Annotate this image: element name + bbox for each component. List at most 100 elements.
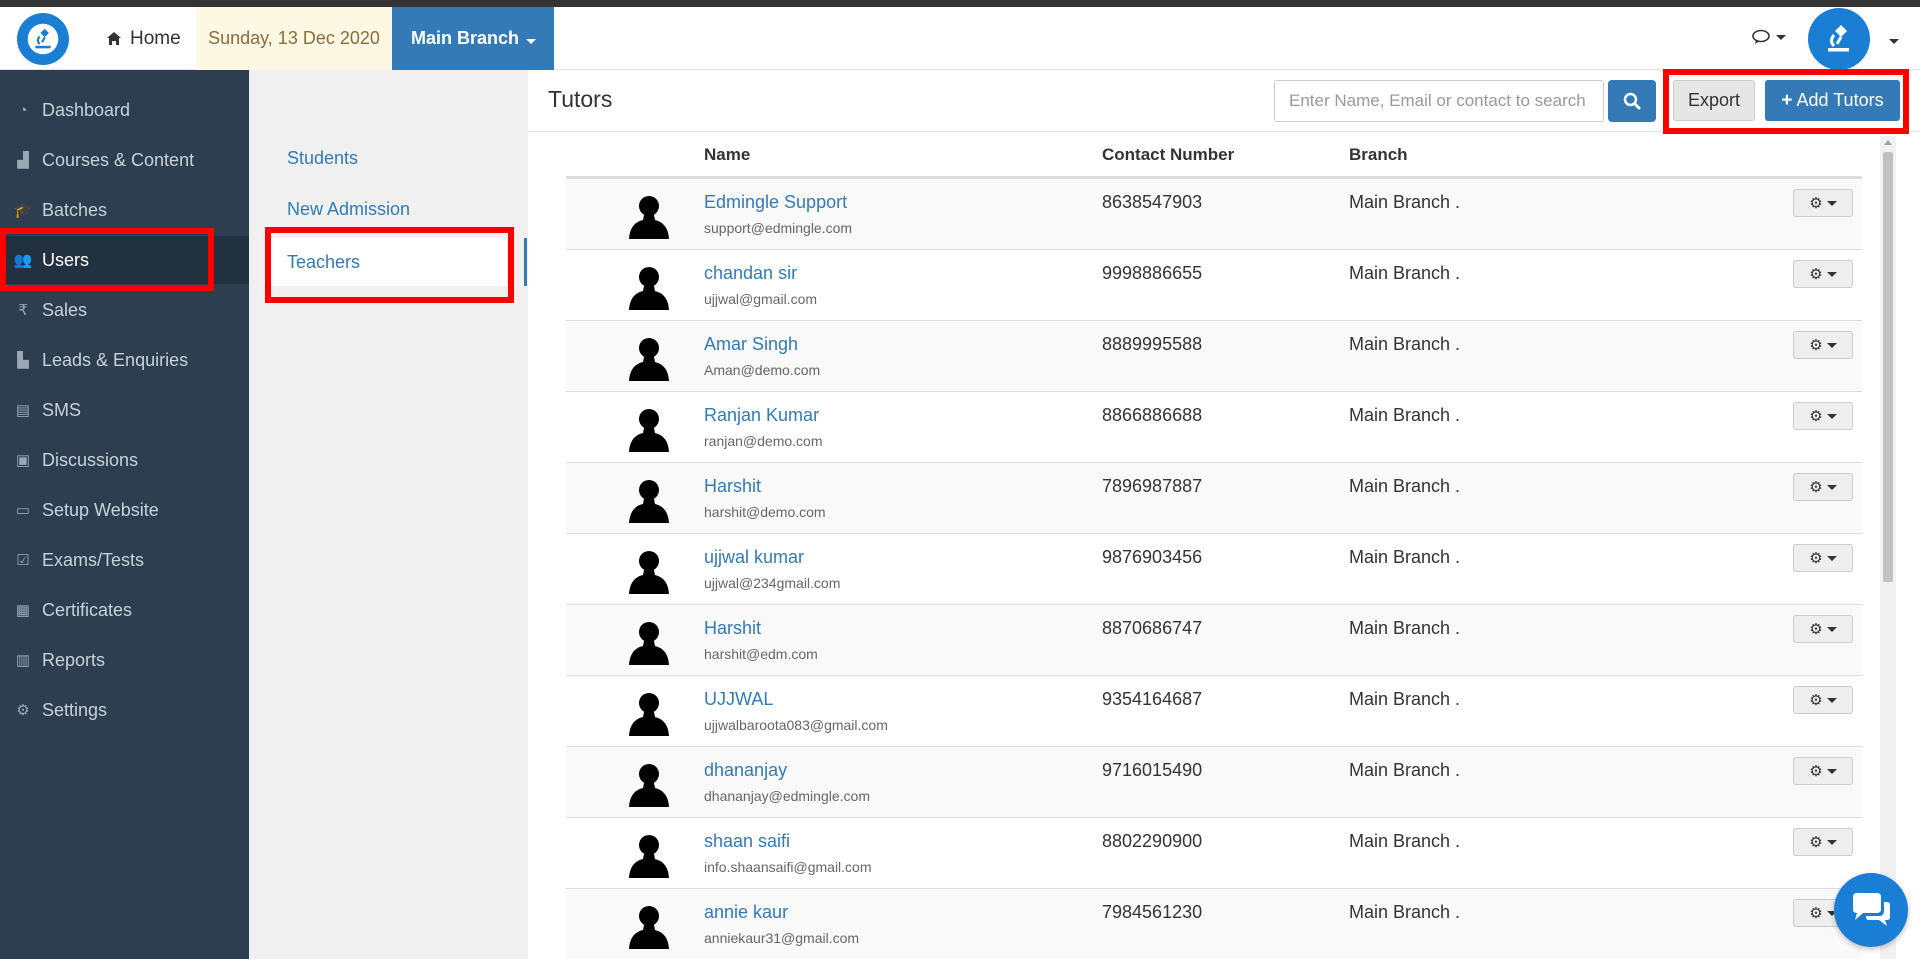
tutor-name-link[interactable]: Edmingle Support: [704, 192, 847, 213]
discussions-icon: ▣: [15, 452, 31, 469]
sidebar-item-certificates[interactable]: ▦ Certificates: [0, 586, 249, 634]
row-actions-dropdown[interactable]: ⚙: [1793, 331, 1853, 359]
sidebar-item-leads-enquiries[interactable]: ▙ Leads & Enquiries: [0, 336, 249, 384]
sidebar-item-batches[interactable]: 🎓 Batches: [0, 186, 249, 234]
messages-dropdown[interactable]: [1752, 29, 1786, 45]
subnav-item-new-admission[interactable]: New Admission: [267, 185, 507, 233]
user-avatar-icon: [628, 264, 670, 310]
row-actions-dropdown[interactable]: ⚙: [1793, 757, 1853, 785]
tutor-name-link[interactable]: Amar Singh: [704, 334, 798, 355]
user-avatar-icon: [628, 548, 670, 594]
window-top-strip: [0, 0, 1920, 7]
tutor-contact: 7984561230: [1102, 902, 1203, 922]
sidebar-item-reports[interactable]: ▥ Reports: [0, 636, 249, 684]
sidebar-item-label: Leads & Enquiries: [42, 349, 189, 370]
tutor-name-link[interactable]: dhananjay: [704, 760, 787, 781]
row-actions-dropdown[interactable]: ⚙: [1793, 189, 1853, 217]
live-chat-button[interactable]: [1834, 873, 1908, 947]
tutor-branch: Main Branch .: [1349, 902, 1461, 922]
top-navbar: Home Sunday, 13 Dec 2020 Main Branch: [0, 7, 1920, 70]
tutor-contact: 8889995588: [1102, 334, 1203, 354]
sidebar-item-label: Settings: [42, 699, 108, 720]
tutor-branch: Main Branch .: [1349, 689, 1461, 709]
row-actions-dropdown[interactable]: ⚙: [1793, 686, 1853, 714]
tutor-contact: 9354164687: [1102, 689, 1203, 709]
sidebar-item-label: Sales: [42, 299, 88, 320]
tutor-name-link[interactable]: chandan sir: [704, 263, 797, 284]
sms-icon: ▤: [15, 402, 31, 419]
comments-icon: [1752, 29, 1770, 44]
chevron-down-icon: [1826, 839, 1837, 845]
row-actions-dropdown[interactable]: ⚙: [1793, 473, 1853, 501]
scrollbar-thumb[interactable]: [1883, 152, 1893, 582]
tutor-name-link[interactable]: Harshit: [704, 618, 761, 639]
sidebar-item-exams-tests[interactable]: ☑ Exams/Tests: [0, 536, 249, 584]
row-actions-dropdown[interactable]: ⚙: [1793, 828, 1853, 856]
gear-icon: ⚙: [1809, 621, 1823, 638]
sidebar-item-sales[interactable]: ₹ Sales: [0, 286, 249, 334]
tutor-email: harshit@edm.com: [704, 646, 818, 662]
tutor-name-link[interactable]: Ranjan Kumar: [704, 405, 819, 426]
branch-selector[interactable]: Main Branch: [392, 7, 554, 70]
table-row: Harshit harshit@demo.com 7896987887 Main Br…: [566, 462, 1862, 533]
sidebar-item-dashboard[interactable]: ◔ Dashboard: [0, 86, 249, 134]
tutor-email: Aman@demo.com: [704, 362, 821, 378]
home-label: Home: [130, 27, 181, 49]
row-actions-dropdown[interactable]: ⚙: [1793, 260, 1853, 288]
sidebar-item-label: SMS: [42, 399, 82, 420]
chevron-down-icon[interactable]: [1889, 39, 1899, 44]
row-actions-dropdown[interactable]: ⚙: [1793, 615, 1853, 643]
tutor-contact: 9998886655: [1102, 263, 1203, 283]
tutor-email: support@edmingle.com: [704, 220, 853, 236]
gear-icon: ⚙: [1809, 905, 1823, 922]
chevron-down-icon: [1826, 271, 1837, 277]
row-actions-dropdown[interactable]: ⚙: [1793, 402, 1853, 430]
tutor-name-link[interactable]: Harshit: [704, 476, 761, 497]
sidebar-item-settings[interactable]: ⚙ Settings: [0, 686, 249, 734]
sidebar-item-setup-website[interactable]: ▭ Setup Website: [0, 486, 249, 534]
search-icon: [1623, 92, 1641, 110]
tutor-branch: Main Branch .: [1349, 760, 1461, 780]
sidebar-item-label: Reports: [42, 649, 106, 670]
table-row: ujjwal kumar ujjwal@234gmail.com 987690345…: [566, 533, 1862, 604]
tutor-name-link[interactable]: ujjwal kumar: [704, 547, 804, 568]
chevron-down-icon: [1826, 342, 1837, 348]
sidebar-item-sms[interactable]: ▤ SMS: [0, 386, 249, 434]
tutor-name-link[interactable]: UJJWAL: [704, 689, 773, 710]
sidebar: ◔ Dashboard ▟ Courses & Content 🎓 Batches 👥 Use…: [0, 70, 249, 959]
microscope-icon: [27, 23, 59, 55]
row-actions-dropdown[interactable]: ⚙: [1793, 544, 1853, 572]
search-button[interactable]: [1608, 80, 1656, 122]
subnav-item-label: Students: [287, 147, 359, 168]
tutor-email: ujjwal@gmail.com: [704, 291, 818, 307]
nav-home-link[interactable]: Home: [92, 7, 195, 70]
column-header-name[interactable]: Name: [704, 145, 750, 165]
table-row: Amar Singh Aman@demo.com 8889995588 Main Br…: [566, 320, 1862, 391]
certificate-icon: ▦: [15, 602, 31, 619]
graduation-cap-icon: 🎓: [13, 202, 33, 219]
user-avatar-icon: [628, 477, 670, 523]
column-header-contact[interactable]: Contact Number: [1102, 145, 1234, 165]
chevron-down-icon: [526, 39, 536, 44]
highlight-box-actions: [1663, 69, 1909, 134]
sidebar-item-label: Batches: [42, 199, 108, 220]
scroll-up-arrow[interactable]: [1884, 140, 1892, 145]
sidebar-item-discussions[interactable]: ▣ Discussions: [0, 436, 249, 484]
tutor-contact: 8802290900: [1102, 831, 1203, 851]
sidebar-item-courses-content[interactable]: ▟ Courses & Content: [0, 136, 249, 184]
tutor-branch: Main Branch .: [1349, 192, 1461, 212]
active-indicator: [524, 238, 527, 286]
tutor-contact: 8638547903: [1102, 192, 1203, 212]
sidebar-item-label: Certificates: [42, 599, 133, 620]
tutor-contact: 8870686747: [1102, 618, 1203, 638]
tutor-name-link[interactable]: shaan saifi: [704, 831, 790, 852]
tutor-branch: Main Branch .: [1349, 476, 1461, 496]
tutor-contact: 9716015490: [1102, 760, 1203, 780]
search-input[interactable]: [1274, 80, 1604, 122]
scrollbar[interactable]: [1880, 136, 1896, 959]
user-avatar[interactable]: [1808, 8, 1870, 70]
subnav-item-students[interactable]: Students: [267, 134, 507, 182]
column-header-branch[interactable]: Branch: [1349, 145, 1408, 165]
tutor-name-link[interactable]: annie kaur: [704, 902, 788, 923]
brand-logo[interactable]: [17, 13, 69, 65]
